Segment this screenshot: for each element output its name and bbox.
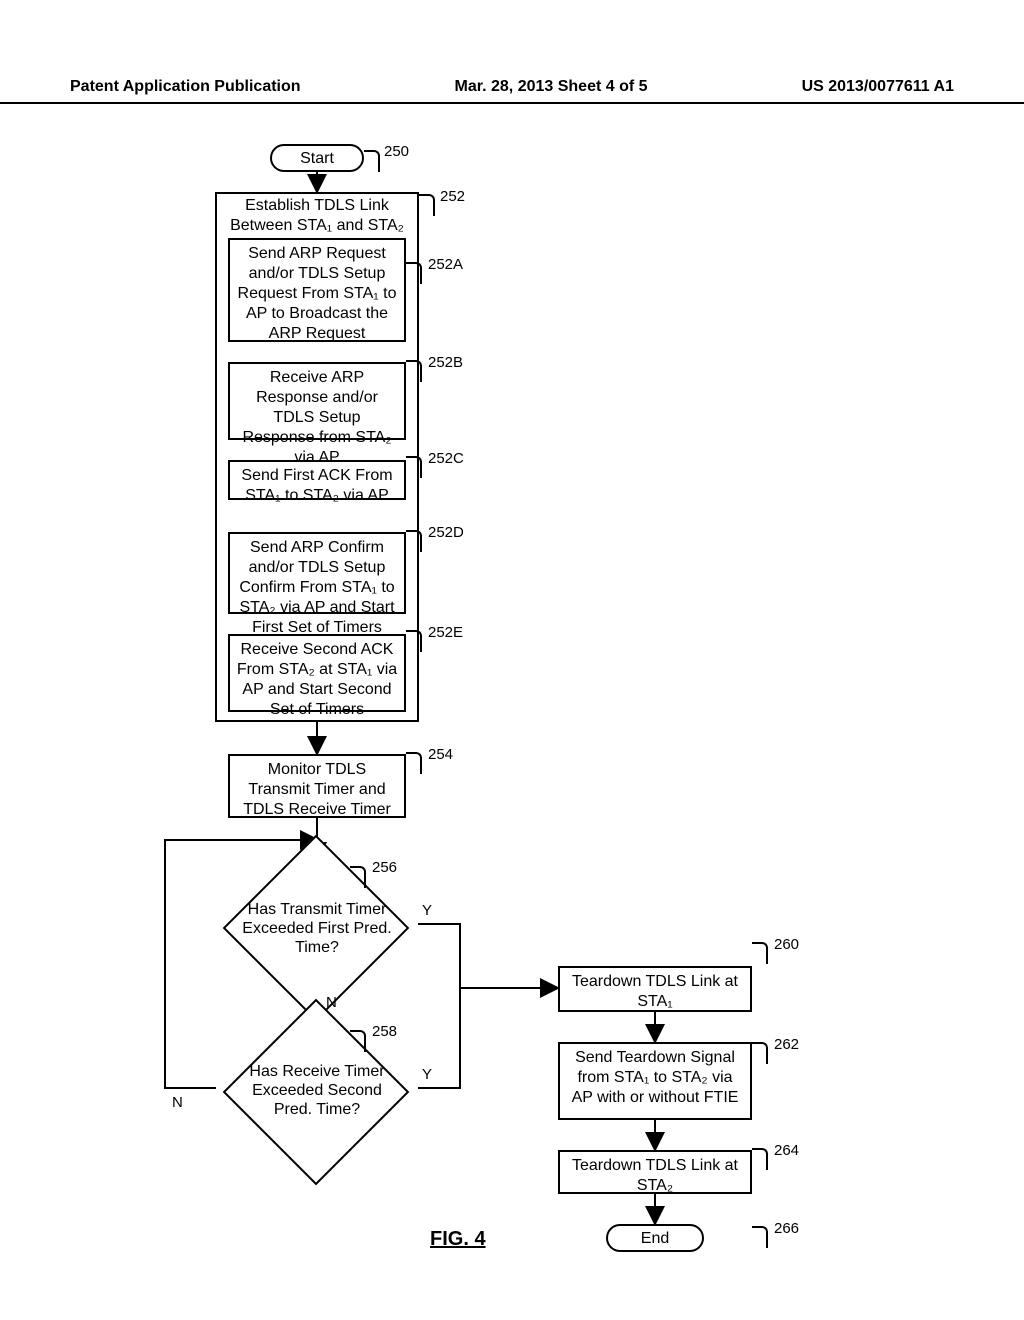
box-252D: Send ARP Confirm and/or TDLS Setup Confi…	[228, 532, 406, 614]
ref-hook-icon	[406, 456, 422, 478]
ref-252D: 252D	[428, 524, 464, 541]
box-252C: Send First ACK From STA₁ to STA₂ via AP	[228, 460, 406, 500]
ref-262: 262	[774, 1036, 799, 1053]
ref-hook-icon	[406, 630, 422, 652]
label-258: Has Receive Timer Exceeded Second Pred. …	[237, 1062, 397, 1120]
ref-hook-icon	[364, 150, 380, 172]
box-252E: Receive Second ACK From STA₂ at STA₁ via…	[228, 634, 406, 712]
branch-Y: Y	[422, 1066, 432, 1083]
ref-264: 264	[774, 1142, 799, 1159]
branch-Y: Y	[422, 902, 432, 919]
ref-266: 266	[774, 1220, 799, 1237]
figure-caption: FIG. 4	[430, 1228, 486, 1251]
header-left: Patent Application Publication	[70, 78, 301, 96]
ref-hook-icon	[752, 1226, 768, 1248]
page-header: Patent Application Publication Mar. 28, …	[0, 78, 1024, 104]
header-right: US 2013/0077611 A1	[802, 78, 954, 96]
ref-hook-icon	[752, 1042, 768, 1064]
ref-250: 250	[384, 143, 409, 160]
flow-arrows	[0, 0, 1024, 1320]
ref-254: 254	[428, 746, 453, 763]
ref-hook-icon	[419, 194, 435, 216]
ref-252A: 252A	[428, 256, 463, 273]
ref-hook-icon	[350, 866, 366, 888]
ref-hook-icon	[752, 942, 768, 964]
ref-252E: 252E	[428, 624, 463, 641]
ref-260: 260	[774, 936, 799, 953]
box-254: Monitor TDLS Transmit Timer and TDLS Rec…	[228, 754, 406, 818]
box-262: Send Teardown Signal from STA₁ to STA₂ v…	[558, 1042, 752, 1120]
ref-hook-icon	[406, 360, 422, 382]
label-256: Has Transmit Timer Exceeded First Pred. …	[237, 900, 397, 958]
box-252A: Send ARP Request and/or TDLS Setup Reque…	[228, 238, 406, 342]
label-252: Establish TDLS Link Between STA₁ and STA…	[215, 196, 419, 236]
ref-252C: 252C	[428, 450, 464, 467]
ref-252: 252	[440, 188, 465, 205]
branch-N: N	[172, 1094, 183, 1111]
start-terminator: Start	[270, 144, 364, 172]
header-mid: Mar. 28, 2013 Sheet 4 of 5	[455, 78, 648, 96]
end-terminator: End	[606, 1224, 704, 1252]
ref-252B: 252B	[428, 354, 463, 371]
ref-hook-icon	[752, 1148, 768, 1170]
ref-256: 256	[372, 859, 397, 876]
ref-258: 258	[372, 1023, 397, 1040]
branch-N: N	[326, 994, 337, 1011]
box-260: Teardown TDLS Link at STA₁	[558, 966, 752, 1012]
ref-hook-icon	[406, 262, 422, 284]
box-264: Teardown TDLS Link at STA₂	[558, 1150, 752, 1194]
ref-hook-icon	[406, 752, 422, 774]
box-252B: Receive ARP Response and/or TDLS Setup R…	[228, 362, 406, 440]
ref-hook-icon	[406, 530, 422, 552]
ref-hook-icon	[350, 1030, 366, 1052]
